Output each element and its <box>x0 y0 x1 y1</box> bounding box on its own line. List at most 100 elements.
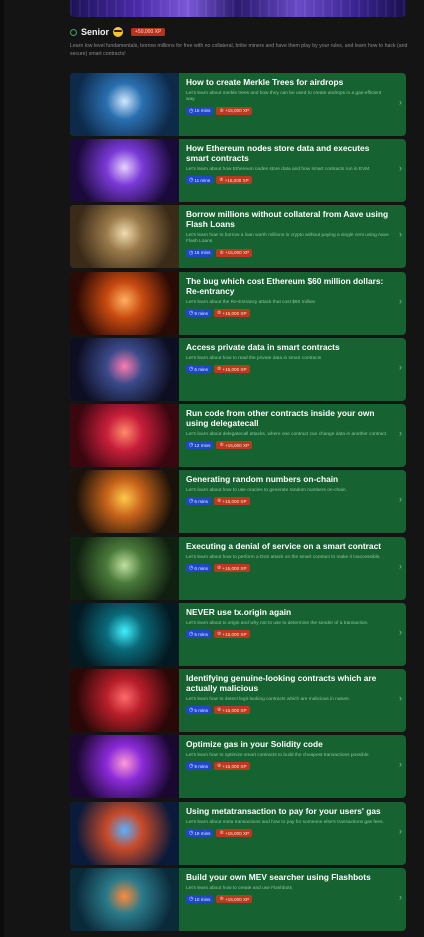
trophy-icon: ♔ <box>216 310 222 317</box>
lesson-badges: ◷ 16 mins ♔ +15,000 XP <box>186 248 392 257</box>
lesson-card-body: How to create Merkle Trees for airdrops … <box>179 73 406 136</box>
chevron-right-icon[interactable]: › <box>399 229 402 239</box>
xp-reward-badge: ♔ +15,000 XP <box>213 706 250 715</box>
lesson-card[interactable]: Identifying genuine-looking contracts wh… <box>70 669 406 732</box>
lesson-title: Executing a denial of service on a smart… <box>186 541 382 551</box>
chevron-right-icon[interactable]: › <box>399 561 402 571</box>
clock-icon: ◷ <box>189 107 194 114</box>
chevron-right-icon[interactable]: › <box>399 892 402 902</box>
track-banner-image <box>70 0 406 17</box>
xp-reward-badge: ♔ +15,000 XP <box>213 309 250 318</box>
lesson-title: Identifying genuine-looking contracts wh… <box>186 673 377 693</box>
chevron-right-icon[interactable]: › <box>399 759 402 769</box>
trophy-icon: ♔ <box>219 107 224 114</box>
xp-text: +15,000 XP <box>222 366 247 372</box>
xp-reward-badge: ♔ +15,000 XP <box>216 106 253 115</box>
lesson-badges: ◷ 5 mins ♔ +15,000 XP <box>186 630 392 639</box>
clock-icon: ◷ <box>189 310 194 317</box>
lesson-thumbnail <box>70 603 179 666</box>
chevron-right-icon[interactable]: › <box>399 693 402 703</box>
sunglasses-face-icon <box>113 27 124 37</box>
lesson-title: NEVER use tx.origin again <box>186 607 292 617</box>
lesson-badges: ◷ 5 mins ♔ +15,000 XP <box>186 706 392 715</box>
lesson-description: Let's learn about how to create and use … <box>186 886 292 891</box>
lesson-card-body: The bug which cost Ethereum $60 million … <box>179 272 406 335</box>
chevron-right-icon[interactable]: › <box>399 627 402 637</box>
xp-text: +15,000 XP <box>224 442 250 448</box>
lesson-card[interactable]: Borrow millions without collateral from … <box>70 205 406 268</box>
lesson-title: Build your own MEV searcher using Flashb… <box>186 872 371 882</box>
lesson-card[interactable]: Build your own MEV searcher using Flashb… <box>70 868 406 931</box>
chevron-right-icon[interactable]: › <box>399 826 402 836</box>
clock-icon: ◷ <box>189 896 194 903</box>
chevron-right-icon[interactable]: › <box>399 296 402 306</box>
clock-icon: ◷ <box>189 631 194 638</box>
duration-badge: ◷ 10 mins <box>186 895 214 904</box>
lesson-card-body: Build your own MEV searcher using Flashb… <box>179 868 406 931</box>
lesson-thumbnail <box>70 139 179 202</box>
lesson-description: Let's learn about how to perform a DoS a… <box>186 555 381 560</box>
lesson-thumbnail <box>70 338 179 401</box>
chevron-right-icon[interactable]: › <box>399 494 402 504</box>
lesson-description: Let's learn about merkle trees and how t… <box>186 91 382 103</box>
xp-text: +15,000 XP <box>224 108 250 114</box>
xp-text: +15,000 XP <box>222 565 247 571</box>
trophy-icon: ♔ <box>216 498 222 505</box>
xp-text: +15,000 XP <box>222 707 247 713</box>
duration-text: 15 mins <box>194 108 211 114</box>
clock-icon: ◷ <box>189 177 194 184</box>
trophy-icon: ♔ <box>219 830 224 837</box>
lesson-card[interactable]: NEVER use tx.origin again Let's learn ab… <box>70 603 406 666</box>
lesson-card-body: Optimize gas in your Solidity code Let's… <box>179 735 406 798</box>
duration-text: 9 mins <box>194 310 208 316</box>
lesson-title: Using metatransaction to pay for your us… <box>186 806 381 816</box>
level-description: Learn low level fundamentals, borrow mil… <box>70 43 408 57</box>
lesson-thumbnail <box>70 470 179 533</box>
lesson-card[interactable]: Generating random numbers on-chain Let's… <box>70 470 406 533</box>
lesson-description: Let's learn about how Ethereum nodes sto… <box>186 167 371 172</box>
trophy-icon: ♔ <box>216 631 222 638</box>
lesson-card[interactable]: Run code from other contracts inside you… <box>70 404 406 467</box>
lesson-card[interactable]: Using metatransaction to pay for your us… <box>70 802 406 865</box>
lesson-description: Let's learn how to borrow a loan worth m… <box>186 233 389 245</box>
lesson-card[interactable]: How Ethereum nodes store data and execut… <box>70 139 406 202</box>
lesson-card[interactable]: Executing a denial of service on a smart… <box>70 537 406 600</box>
clock-icon: ◷ <box>189 565 194 572</box>
trophy-icon: ♔ <box>216 707 222 714</box>
xp-reward-badge: ♔ +15,000 XP <box>216 248 253 257</box>
chevron-right-icon[interactable]: › <box>399 163 402 173</box>
chevron-right-icon[interactable]: › <box>399 362 402 372</box>
trophy-icon: ♔ <box>216 366 222 373</box>
lesson-card[interactable]: Access private data in smart contracts L… <box>70 338 406 401</box>
xp-text: +15,000 XP <box>224 250 250 256</box>
lesson-badges: ◷ 10 mins ♔ +15,000 XP <box>186 895 392 904</box>
duration-text: 5 mins <box>194 631 208 637</box>
clock-icon: ◷ <box>189 366 194 373</box>
lesson-badges: ◷ 9 mins ♔ +15,000 XP <box>186 762 392 771</box>
lesson-card[interactable]: The bug which cost Ethereum $60 million … <box>70 272 406 335</box>
lesson-badges: ◷ 6 mins ♔ +15,000 XP <box>186 365 392 374</box>
duration-text: 12 mins <box>194 442 211 448</box>
lesson-badges: ◷ 11 mins ♔ +15,000 XP <box>186 176 392 185</box>
lesson-card-body: Run code from other contracts inside you… <box>179 404 406 467</box>
clock-icon: ◷ <box>189 830 194 837</box>
xp-reward-badge: ♔ +15,000 XP <box>213 365 250 374</box>
duration-badge: ◷ 12 mins <box>186 441 214 450</box>
xp-text: +15,000 XP <box>224 830 250 836</box>
lesson-thumbnail <box>70 868 179 931</box>
lesson-thumbnail <box>70 802 179 865</box>
chevron-right-icon[interactable]: › <box>399 428 402 438</box>
duration-text: 10 mins <box>194 896 211 902</box>
xp-text: +15,000 XP <box>224 896 250 902</box>
trophy-icon: ♔ <box>219 896 224 903</box>
lesson-thumbnail <box>70 73 179 136</box>
level-indicator-icon <box>70 28 77 36</box>
lesson-card[interactable]: How to create Merkle Trees for airdrops … <box>70 73 406 136</box>
chevron-right-icon[interactable]: › <box>399 97 402 107</box>
lesson-card[interactable]: Optimize gas in your Solidity code Let's… <box>70 735 406 798</box>
lesson-card-body: Generating random numbers on-chain Let's… <box>179 470 406 533</box>
clock-icon: ◷ <box>189 249 194 256</box>
lesson-description: Let's learn about how to use oracles to … <box>186 488 347 493</box>
xp-reward-badge: ♔ +15,000 XP <box>216 176 252 185</box>
lesson-card-body: Access private data in smart contracts L… <box>179 338 406 401</box>
